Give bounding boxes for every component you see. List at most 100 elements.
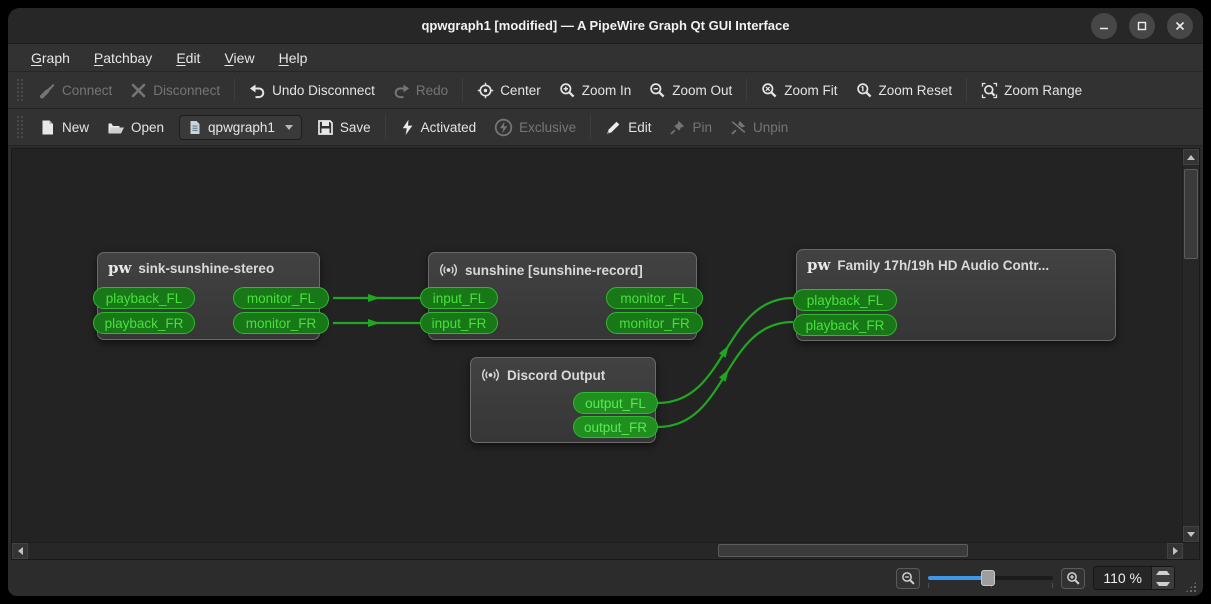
toolbar-drag-handle[interactable] [16, 115, 24, 139]
zoom-in-icon [1066, 571, 1080, 585]
scroll-right-button[interactable] [1167, 543, 1183, 559]
menu-graph[interactable]: Graph [20, 47, 81, 69]
zoom-range-icon [981, 82, 998, 98]
port-monitor-fl[interactable]: monitor_FL [606, 287, 703, 309]
zoom-in-small-button[interactable] [1061, 567, 1086, 589]
port-input-fr[interactable]: input_FR [420, 312, 498, 334]
scroll-down-button[interactable] [1183, 526, 1199, 542]
edge-monitor-to-input[interactable] [333, 296, 420, 325]
zoom-slider-handle[interactable] [981, 570, 996, 586]
close-button[interactable] [1167, 13, 1193, 39]
horizontal-scrollbar[interactable] [12, 542, 1199, 559]
zoom-fit-icon [762, 82, 777, 97]
port-playback-fl[interactable]: playback_FL [793, 289, 897, 311]
spin-up-button[interactable] [1152, 567, 1174, 578]
patchbay-select[interactable]: qpwgraph1 [179, 114, 302, 140]
zoom-out-small-button[interactable] [896, 567, 921, 589]
graph-canvas[interactable]: pw sink-sunshine-stereo playback_FL play… [12, 149, 1182, 542]
horizontal-scroll-track[interactable] [28, 543, 1167, 559]
toolbar-separator [462, 78, 464, 102]
disconnect-icon [131, 83, 146, 97]
zoom-reset-button[interactable]: Zoom Reset [847, 77, 962, 104]
patchbay-file-icon [190, 120, 200, 134]
scroll-up-button[interactable] [1183, 149, 1199, 165]
activated-toggle[interactable]: Activated [391, 114, 486, 141]
redo-icon [394, 84, 409, 98]
menu-view[interactable]: View [213, 47, 265, 69]
zoom-range-button[interactable]: Zoom Range [972, 77, 1091, 104]
zoom-slider[interactable] [928, 568, 1054, 588]
pin-icon [670, 120, 685, 135]
scroll-left-button[interactable] [12, 543, 28, 559]
menu-bar: Graph Patchbay Edit View Help [8, 44, 1203, 72]
port-monitor-fr[interactable]: monitor_FR [606, 312, 703, 334]
pipewire-icon: pw [807, 256, 831, 274]
toolbar-separator [384, 115, 386, 139]
toolbar-patchbay: New Open qpwgraph1 Save Activated Exclus… [8, 109, 1203, 146]
patchbay-select-value: qpwgraph1 [208, 119, 275, 135]
zoom-in-button[interactable]: Zoom In [550, 77, 641, 104]
port-monitor-fr[interactable]: monitor_FR [233, 312, 329, 334]
pin-button[interactable]: Pin [660, 114, 721, 141]
arrow-down-icon [1187, 531, 1195, 537]
node-title: sink-sunshine-stereo [138, 261, 275, 276]
node-title: Family 17h/19h HD Audio Contr... [837, 258, 1050, 273]
arrow-right-icon [1172, 547, 1178, 555]
toolbar-separator [746, 78, 748, 102]
save-button[interactable]: Save [308, 114, 380, 141]
center-icon [477, 82, 494, 98]
scrollbar-corner [1183, 543, 1199, 559]
toolbar-separator [590, 115, 592, 139]
minimize-button[interactable] [1091, 13, 1117, 39]
maximize-button[interactable] [1129, 13, 1155, 39]
zoom-out-icon [901, 571, 915, 585]
port-playback-fr[interactable]: playback_FR [93, 312, 195, 334]
zoom-percent-value[interactable]: 110 % [1094, 567, 1151, 589]
toolbar-main: Connect Disconnect Undo Disconnect Redo [8, 72, 1203, 109]
window-title: qpwgraph1 [modified] — A PipeWire Graph … [421, 18, 790, 33]
vertical-scroll-thumb[interactable] [1184, 169, 1198, 259]
menu-patchbay[interactable]: Patchbay [83, 47, 163, 69]
redo-button[interactable]: Redo [384, 77, 457, 104]
toolbar-separator [966, 78, 968, 102]
vertical-scroll-track[interactable] [1183, 165, 1199, 526]
minimize-icon [1100, 27, 1108, 30]
port-monitor-fl[interactable]: monitor_FL [233, 287, 329, 309]
port-playback-fl[interactable]: playback_FL [93, 287, 195, 309]
zoom-fit-button[interactable]: Zoom Fit [752, 77, 846, 104]
port-input-fl[interactable]: input_FL [420, 287, 498, 309]
undo-disconnect-button[interactable]: Undo Disconnect [240, 77, 384, 104]
new-button[interactable]: New [30, 114, 98, 141]
maximize-icon [1137, 21, 1147, 31]
connection-edges [333, 294, 794, 429]
menu-edit[interactable]: Edit [165, 47, 211, 69]
connect-icon [40, 83, 55, 98]
unpin-button[interactable]: Unpin [721, 114, 797, 141]
spin-down-button[interactable] [1152, 578, 1174, 589]
toolbar-drag-handle[interactable] [16, 78, 24, 102]
port-playback-fr[interactable]: playback_FR [793, 314, 897, 336]
horizontal-scroll-thumb[interactable] [718, 544, 968, 557]
unpin-icon [731, 119, 746, 135]
zoom-in-icon [559, 82, 575, 97]
port-output-fr[interactable]: output_FR [573, 416, 658, 438]
disconnect-button[interactable]: Disconnect [121, 77, 229, 104]
connect-button[interactable]: Connect [30, 77, 121, 104]
app-window: qpwgraph1 [modified] — A PipeWire Graph … [8, 8, 1203, 596]
open-button[interactable]: Open [98, 114, 173, 141]
zoom-percent-spinbox[interactable]: 110 % [1093, 566, 1175, 590]
exclusive-bolt-icon [494, 118, 513, 136]
port-output-fl[interactable]: output_FL [573, 392, 658, 414]
zoom-slider-fill [928, 576, 989, 580]
exclusive-toggle[interactable]: Exclusive [485, 113, 585, 142]
vertical-scrollbar[interactable] [1182, 149, 1199, 542]
node-title: sunshine [sunshine-record] [465, 262, 643, 278]
zoom-out-button[interactable]: Zoom Out [640, 77, 741, 104]
resize-grip[interactable] [1185, 581, 1197, 593]
center-button[interactable]: Center [468, 77, 550, 104]
status-bar: 110 % [8, 560, 1203, 596]
arrow-up-icon [1187, 154, 1195, 160]
menu-help[interactable]: Help [268, 47, 319, 69]
edit-button[interactable]: Edit [596, 114, 660, 141]
new-file-icon [42, 120, 53, 134]
